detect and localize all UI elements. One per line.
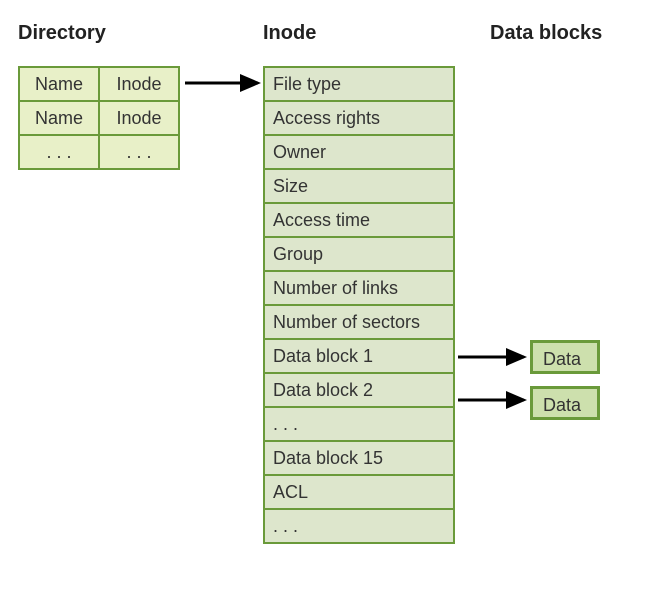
datablocks-heading: Data blocks	[490, 22, 602, 45]
data-block-box: Data	[530, 386, 600, 420]
inode-field: Access time	[264, 203, 454, 237]
inode-field: . . .	[264, 509, 454, 543]
inode-field: File type	[264, 67, 454, 101]
directory-name-cell: Name	[19, 67, 99, 101]
inode-field: Group	[264, 237, 454, 271]
directory-heading: Directory	[18, 22, 106, 45]
inode-field: Number of sectors	[264, 305, 454, 339]
inode-heading: Inode	[263, 22, 316, 45]
table-row: File type	[264, 67, 454, 101]
table-row: Number of links	[264, 271, 454, 305]
inode-field: Access rights	[264, 101, 454, 135]
table-row: Access rights	[264, 101, 454, 135]
inode-field: Data block 1	[264, 339, 454, 373]
directory-name-cell: . . .	[19, 135, 99, 169]
table-row: Data block 1	[264, 339, 454, 373]
inode-field: Size	[264, 169, 454, 203]
table-row: Name Inode	[19, 67, 179, 101]
table-row: . . .	[264, 407, 454, 441]
directory-inode-cell: Inode	[99, 101, 179, 135]
table-row: Data block 15	[264, 441, 454, 475]
table-row: Owner	[264, 135, 454, 169]
inode-field: Number of links	[264, 271, 454, 305]
table-row: Access time	[264, 203, 454, 237]
table-row: Data block 2	[264, 373, 454, 407]
inode-field: Owner	[264, 135, 454, 169]
table-row: ACL	[264, 475, 454, 509]
inode-field: ACL	[264, 475, 454, 509]
inode-field: Data block 2	[264, 373, 454, 407]
data-block-box: Data	[530, 340, 600, 374]
inode-field: Data block 15	[264, 441, 454, 475]
table-row: . . . . . .	[19, 135, 179, 169]
table-row: Size	[264, 169, 454, 203]
table-row: Group	[264, 237, 454, 271]
directory-inode-cell: Inode	[99, 67, 179, 101]
table-row: Number of sectors	[264, 305, 454, 339]
inode-field: . . .	[264, 407, 454, 441]
table-row: . . .	[264, 509, 454, 543]
directory-inode-cell: . . .	[99, 135, 179, 169]
table-row: Name Inode	[19, 101, 179, 135]
directory-table: Name Inode Name Inode . . . . . .	[18, 66, 180, 170]
directory-name-cell: Name	[19, 101, 99, 135]
inode-table: File type Access rights Owner Size Acces…	[263, 66, 455, 544]
